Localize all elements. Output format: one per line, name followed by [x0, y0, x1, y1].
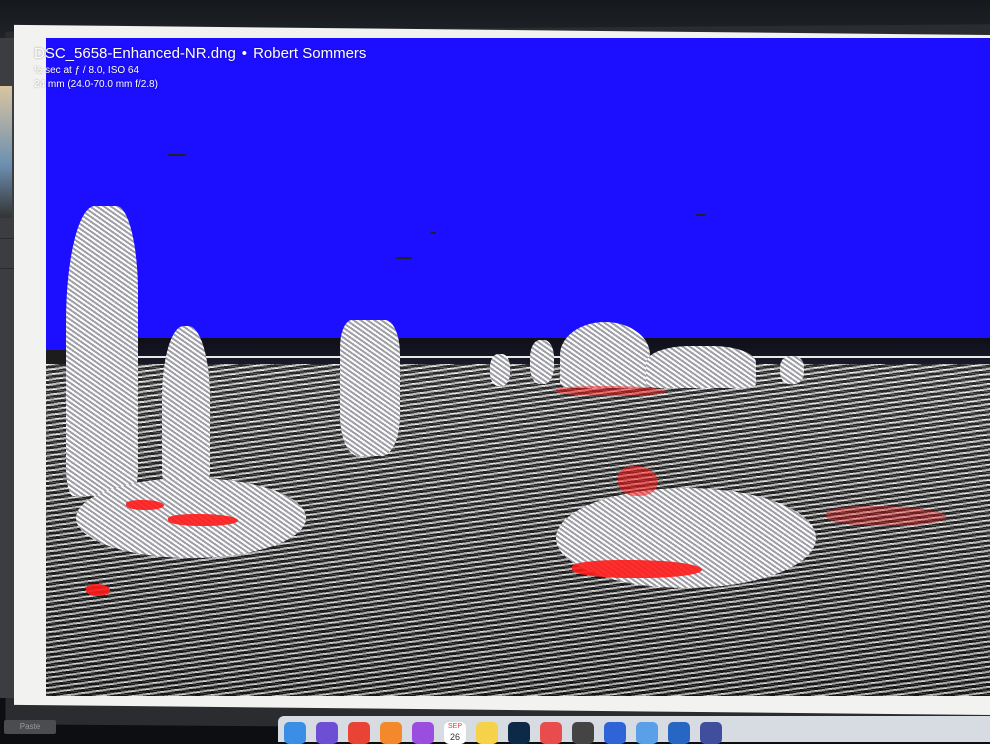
lightroom-icon[interactable] [508, 722, 530, 744]
highlight-clipping [168, 514, 238, 526]
tufa-tower [162, 326, 210, 486]
photo-loupe-view[interactable] [46, 38, 990, 696]
calendar-day: 26 [449, 732, 460, 742]
bird [168, 154, 186, 156]
firefox-icon[interactable] [380, 722, 402, 744]
calendar-month: SEP [447, 723, 462, 730]
filename: DSC_5658-Enhanced-NR.dng [34, 45, 236, 62]
chrome-icon[interactable] [348, 722, 370, 744]
app-icon[interactable] [572, 722, 594, 744]
separator: • [241, 45, 248, 62]
app-icon[interactable] [636, 722, 658, 744]
highlight-clipping [126, 500, 164, 510]
tufa-tower [780, 356, 804, 384]
author: Robert Sommers [253, 45, 367, 62]
tufa-tower [66, 206, 138, 496]
app-icon[interactable] [540, 722, 562, 744]
highlight-clipping [572, 560, 702, 578]
tufa-tower [490, 354, 510, 386]
highlight-clipping [826, 506, 946, 526]
highlight-clipping [618, 466, 658, 496]
navigator-thumbnail[interactable] [0, 86, 12, 218]
lens-info: 24 mm (24.0-70.0 mm f/2.8) [34, 79, 158, 90]
podcasts-icon[interactable] [412, 722, 434, 744]
tufa-tower [560, 322, 650, 388]
app-icon[interactable] [668, 722, 690, 744]
calendar-icon[interactable]: SEP 26 [444, 722, 466, 744]
tufa-tower [646, 346, 756, 388]
app-icon[interactable] [700, 722, 722, 744]
info-overlay-title: DSC_5658-Enhanced-NR.dng • Robert Sommers [34, 44, 366, 64]
highlight-clipping [86, 584, 110, 596]
paste-button[interactable]: Paste [4, 720, 56, 734]
bird [396, 257, 412, 259]
info-overlay: DSC_5658-Enhanced-NR.dng • Robert Sommers … [34, 44, 366, 92]
bird [696, 214, 706, 216]
macos-dock: SEP 26 [278, 716, 990, 744]
highlight-clipping [556, 386, 666, 396]
launchpad-icon[interactable] [316, 722, 338, 744]
tufa-tower [530, 340, 554, 384]
exposure-info: ½ sec at ƒ / 8.0, ISO 64 [34, 65, 140, 76]
app-icon[interactable] [604, 722, 626, 744]
bird [430, 232, 436, 234]
tufa-tower [340, 320, 400, 456]
finder-icon[interactable] [284, 722, 306, 744]
notes-icon[interactable] [476, 722, 498, 744]
